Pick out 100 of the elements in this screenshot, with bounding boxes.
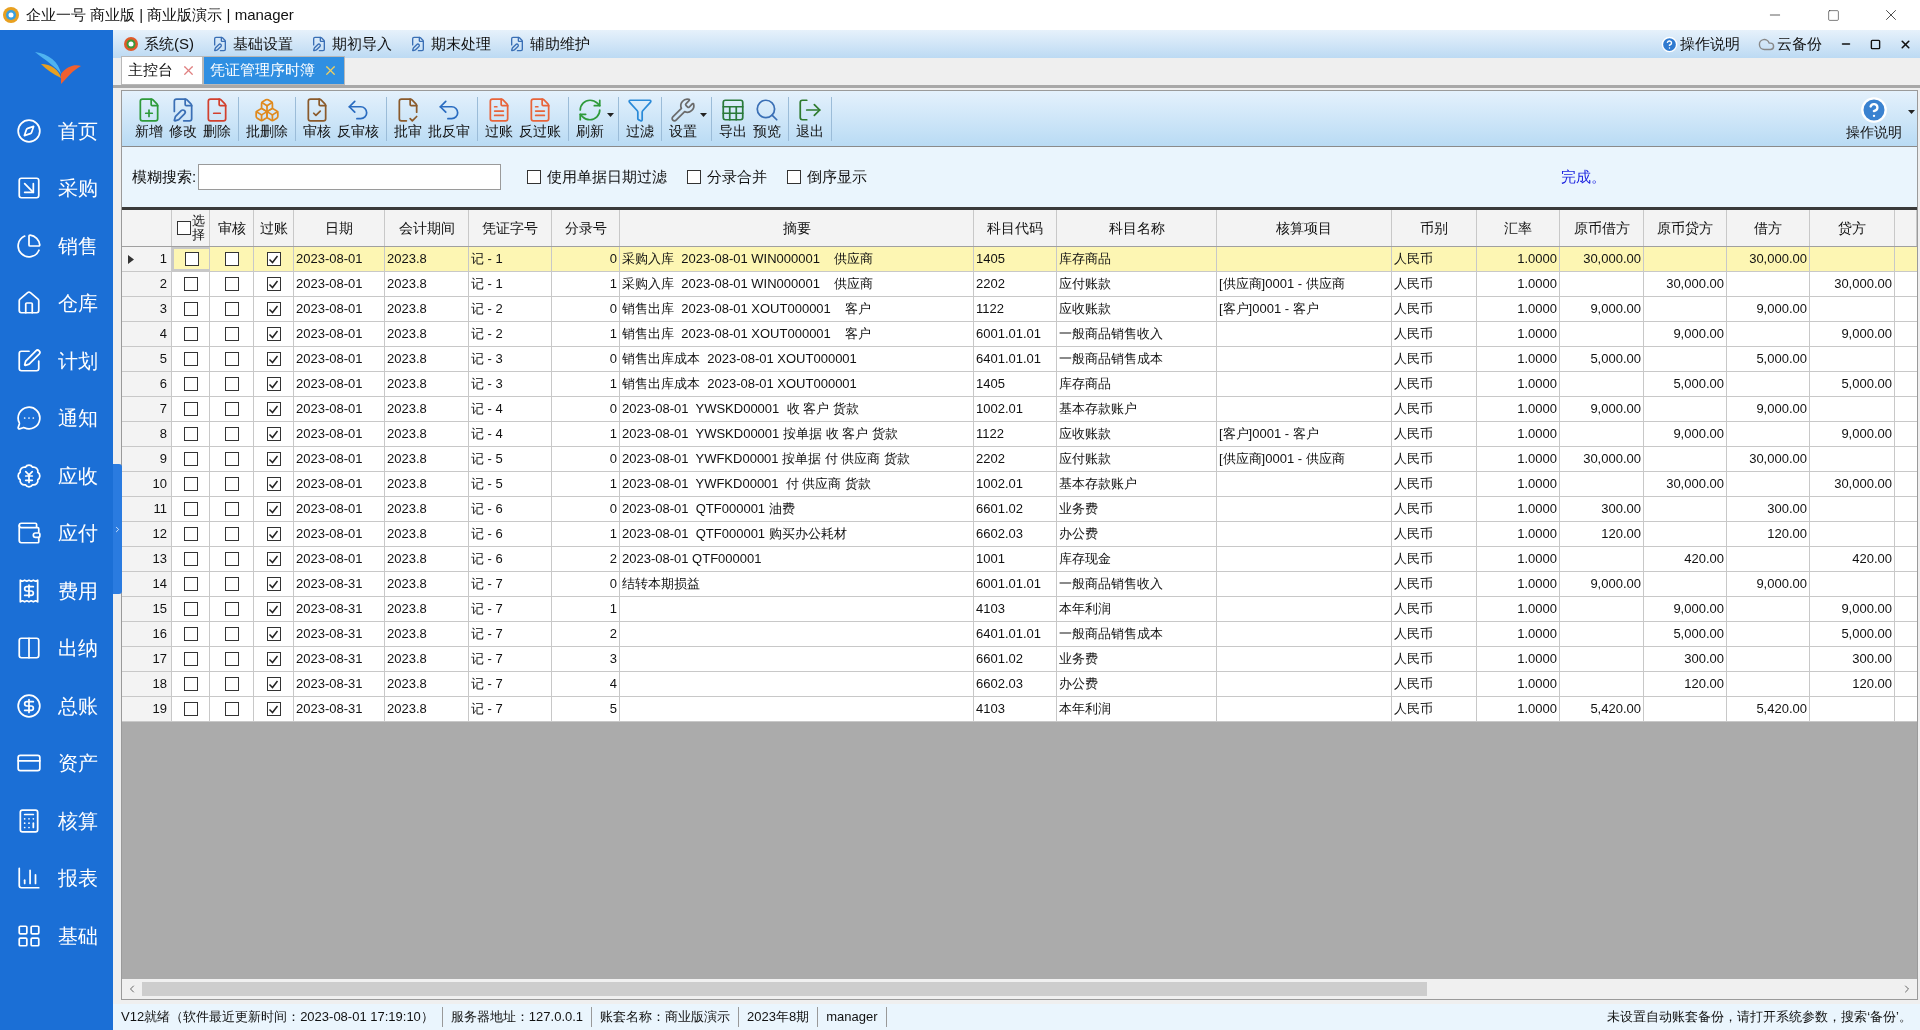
checkbox[interactable] <box>266 627 281 641</box>
toolbar-button[interactable]: 批删除 <box>243 97 291 140</box>
checkbox[interactable] <box>183 327 198 341</box>
menu-item[interactable]: 期初导入 <box>311 32 392 56</box>
checkbox[interactable] <box>266 402 281 416</box>
help-link[interactable]: 操作说明 <box>1661 32 1740 56</box>
checkbox[interactable] <box>224 352 239 366</box>
menu-item[interactable]: 系统(S) <box>123 32 194 56</box>
checkbox[interactable] <box>224 552 239 566</box>
sidebar-item[interactable]: 总账 <box>0 677 113 735</box>
checkbox[interactable] <box>527 170 542 184</box>
checkbox[interactable] <box>224 277 239 291</box>
table-row[interactable]: 7 2023-08-01 2023.8 记 - 4 0 2023-08-01 YWSKD00001 收 客户 货款 1002.01 基本存款账户 人民币 1.0000 9,000.00 9,000.00 <box>122 397 1917 422</box>
table-row[interactable]: 12 2023-08-01 2023.8 记 - 6 1 2023-08-01 QTF000001 购买办公耗材 6602.03 办公费 人民币 1.0000 120.00 120.00 <box>122 522 1917 547</box>
sidebar-item[interactable]: 费用 <box>0 562 113 620</box>
column-header[interactable]: 汇率 <box>1477 210 1560 246</box>
checkbox[interactable] <box>224 252 239 266</box>
column-header[interactable]: 日期 <box>294 210 385 246</box>
table-row[interactable]: 11 2023-08-01 2023.8 记 - 6 0 2023-08-01 QTF000001 油费 6601.02 业务费 人民币 1.0000 300.00 300.00 <box>122 497 1917 522</box>
sidebar-item[interactable]: 应付 <box>0 504 113 562</box>
sidebar-item[interactable]: 销售 <box>0 217 113 275</box>
dropdown-caret-icon[interactable] <box>700 112 707 117</box>
toolbar-button[interactable]: 设置 <box>666 97 700 140</box>
checkbox[interactable] <box>224 302 239 316</box>
column-header[interactable]: 币别 <box>1392 210 1477 246</box>
column-header[interactable]: 会计期间 <box>385 210 469 246</box>
checkbox[interactable] <box>224 427 239 441</box>
checkbox[interactable] <box>266 327 281 341</box>
checkbox[interactable] <box>224 527 239 541</box>
checkbox[interactable] <box>183 702 198 716</box>
toolbar-button[interactable]: 刷新 <box>573 97 607 140</box>
checkbox[interactable] <box>183 652 198 666</box>
menu-item[interactable]: 辅助维护 <box>509 32 590 56</box>
toolbar-button[interactable]: 批反审 <box>425 97 473 140</box>
table-row[interactable]: 17 2023-08-31 2023.8 记 - 7 3 6601.02 业务费 人民币 1.0000 300.00 300.00 <box>122 647 1917 672</box>
checkbox[interactable] <box>266 602 281 616</box>
table-row[interactable]: 18 2023-08-31 2023.8 记 - 7 4 6602.03 办公费 人民币 1.0000 120.00 120.00 <box>122 672 1917 697</box>
sidebar-item[interactable]: 采购 <box>0 159 113 217</box>
checkbox[interactable] <box>224 477 239 491</box>
checkbox[interactable] <box>266 552 281 566</box>
column-header[interactable]: 核算项目 <box>1217 210 1392 246</box>
column-header[interactable]: 科目名称 <box>1057 210 1217 246</box>
checkbox[interactable] <box>183 277 198 291</box>
checkbox[interactable] <box>184 252 199 266</box>
tab[interactable]: 主控台 <box>121 56 203 85</box>
column-header[interactable]: 原币借方 <box>1560 210 1644 246</box>
checkbox[interactable] <box>266 652 281 666</box>
toolbar-button[interactable]: 操作说明 <box>1846 96 1902 141</box>
toolbar-button[interactable]: 反审核 <box>334 97 382 140</box>
toolbar-button[interactable]: 导出 <box>716 97 750 140</box>
table-row[interactable]: 10 2023-08-01 2023.8 记 - 5 1 2023-08-01 YWFKD00001 付 供应商 货款 1002.01 基本存款账户 人民币 1.0000 30,000.00 30,000.00 <box>122 472 1917 497</box>
checkbox[interactable] <box>266 477 281 491</box>
select-all-checkbox[interactable] <box>176 221 191 235</box>
checkbox[interactable] <box>183 452 198 466</box>
checkbox[interactable] <box>183 627 198 641</box>
search-field[interactable] <box>198 164 502 190</box>
checkbox[interactable] <box>183 577 198 591</box>
checkbox[interactable] <box>224 402 239 416</box>
checkbox[interactable] <box>183 602 198 616</box>
toolbar-button[interactable]: 预览 <box>750 97 784 140</box>
checkbox[interactable] <box>266 702 281 716</box>
cloud-backup-link[interactable]: 云备份 <box>1758 32 1822 56</box>
dropdown-caret-icon[interactable] <box>1908 109 1915 114</box>
column-header[interactable]: 过账 <box>254 210 294 246</box>
checkbox[interactable] <box>183 427 198 441</box>
checkbox[interactable] <box>266 277 281 291</box>
checkbox[interactable] <box>183 527 198 541</box>
checkbox[interactable] <box>224 627 239 641</box>
checkbox[interactable] <box>183 477 198 491</box>
toolbar-button[interactable]: 审核 <box>300 97 334 140</box>
collapse-handle[interactable] <box>113 464 122 594</box>
sidebar-item[interactable]: 出纳 <box>0 619 113 677</box>
checkbox[interactable] <box>266 677 281 691</box>
checkbox[interactable] <box>183 677 198 691</box>
restore-icon[interactable] <box>1870 38 1881 50</box>
table-row[interactable]: 1 2023-08-01 2023.8 记 - 1 0 采购入库 2023-08-01 WIN000001 供应商 1405 库存商品 人民币 1.0000 30,000.00 30,000.00 <box>122 247 1917 272</box>
checkbox[interactable] <box>266 502 281 516</box>
column-header[interactable]: 科目代码 <box>974 210 1057 246</box>
checkbox[interactable] <box>787 170 802 184</box>
column-header[interactable]: 审核 <box>210 210 254 246</box>
menu-item[interactable]: 基础设置 <box>212 32 293 56</box>
sidebar-item[interactable]: 计划 <box>0 332 113 390</box>
sidebar-item[interactable]: 应收 <box>0 447 113 505</box>
table-row[interactable]: 14 2023-08-31 2023.8 记 - 7 0 结转本期损益 6001.01.01 一般商品销售收入 人民币 1.0000 9,000.00 9,000.00 <box>122 572 1917 597</box>
toolbar-button[interactable]: 批审 <box>391 97 425 140</box>
sidebar-item[interactable]: 资产 <box>0 734 113 792</box>
toolbar-button[interactable]: 退出 <box>793 97 827 140</box>
checkbox[interactable] <box>266 577 281 591</box>
checkbox[interactable] <box>183 502 198 516</box>
table-row[interactable]: 6 2023-08-01 2023.8 记 - 3 1 销售出库成本 2023-08-01 XOUT000001 1405 库存商品 人民币 1.0000 5,000.00 5,000.00 <box>122 372 1917 397</box>
table-row[interactable]: 19 2023-08-31 2023.8 记 - 7 5 4103 本年利润 人民币 1.0000 5,420.00 5,420.00 <box>122 697 1917 722</box>
toolbar-button[interactable]: 删除 <box>200 97 234 140</box>
checkbox[interactable] <box>183 552 198 566</box>
toolbar-button[interactable]: 反过账 <box>516 97 564 140</box>
menu-item[interactable]: 期末处理 <box>410 32 491 56</box>
dropdown-caret-icon[interactable] <box>607 112 614 117</box>
checkbox[interactable] <box>183 402 198 416</box>
table-row[interactable]: 8 2023-08-01 2023.8 记 - 4 1 2023-08-01 YWSKD00001 按单据 收 客户 货款 1122 应收账款 [客户]0001 - 客户 人民币 1.0000 9,000.00 9,000.00 <box>122 422 1917 447</box>
table-row[interactable]: 16 2023-08-31 2023.8 记 - 7 2 6401.01.01 一般商品销售成本 人民币 1.0000 5,000.00 5,000.00 <box>122 622 1917 647</box>
column-header[interactable]: 贷方 <box>1810 210 1895 246</box>
